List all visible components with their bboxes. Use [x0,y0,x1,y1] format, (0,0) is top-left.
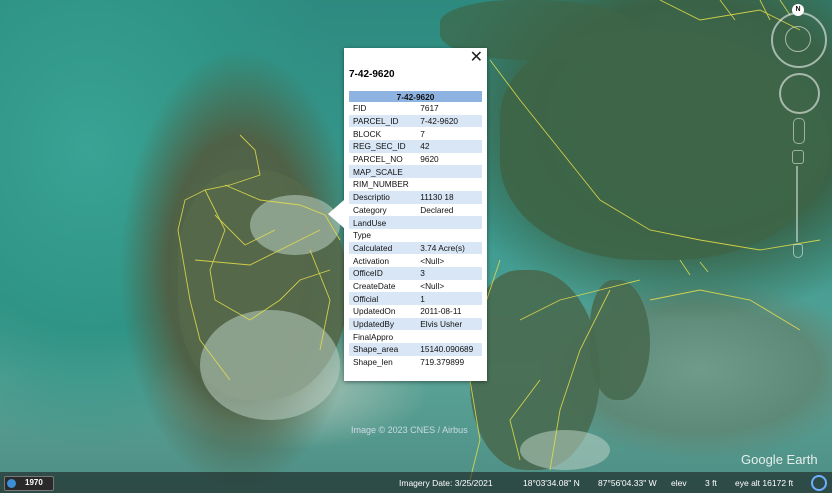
attribute-row: UpdatedBy Elvis Usher [349,317,482,331]
attribute-row: Activation <Null> [349,254,482,267]
zoom-track[interactable] [796,166,798,242]
attribute-key: Calculated [349,241,419,255]
attribute-row: FinalAppro [349,330,482,343]
north-indicator[interactable]: N [792,4,804,16]
attribute-row: FID 7617 [349,102,482,115]
status-bar: 1970 Imagery Date: 3/25/2021 18°03'34.08… [0,472,832,493]
attribute-value [418,330,482,343]
attribute-row: Shape_len 719.379899 [349,356,482,369]
attribute-key: Descriptio [349,190,419,204]
imagery-date: Imagery Date: 3/25/2021 [399,478,493,488]
balloon-title: 7-42-9620 [349,69,395,80]
close-icon[interactable]: ✕ [470,50,483,66]
attribute-key: UpdatedOn [353,306,396,317]
historical-year: 1970 [25,478,43,487]
attribute-row: OfficeID 3 [349,266,482,280]
attribute-value: Elvis Usher [418,317,482,331]
attribute-value [418,229,482,242]
imagery-credit: Image © 2023 CNES / Airbus [351,425,468,435]
look-joystick-inner[interactable] [785,26,811,52]
historical-imagery-button[interactable]: 1970 [4,476,54,491]
attribute-row: Shape_area 15140.090689 [349,343,482,356]
attribute-key: OfficeID [349,266,419,280]
attribute-row: Calculated 3.74 Acre(s) [349,241,482,255]
attribute-row: MAP_SCALE [349,165,482,179]
attribute-value: 7 [420,128,425,139]
attribute-key: Category [353,204,387,215]
attribute-row: REG_SEC_ID 42 [349,140,482,153]
attribute-row: CreateDate <Null> [349,280,482,293]
zoom-out-icon[interactable] [793,244,803,258]
attribute-value: 7617 [420,103,439,114]
longitude-readout: 87°56'04.33" W [598,478,657,488]
move-joystick[interactable] [779,73,820,114]
north-label: N [795,6,801,13]
streaming-indicator-icon [811,475,827,491]
parcel-info-balloon: ✕ 7-42-9620 7-42-9620 FID 7617 PARCEL_ID 7-… [328,48,487,381]
attribute-value: <Null> [420,255,445,266]
attribute-row: RIM_NUMBER [349,178,482,191]
attribute-key: PARCEL_ID [349,114,419,128]
attribute-table-header: 7-42-9620 [349,91,482,102]
attribute-key: CreateDate [353,280,396,291]
attribute-key: Shape_len [353,357,393,368]
attribute-key: Official [349,292,419,305]
attribute-value: 1 [418,292,482,305]
attribute-row: Type [349,229,482,242]
attribute-key: BLOCK [353,128,382,139]
zoom-in-icon[interactable] [792,150,804,164]
elevation-value: 3 ft [705,478,717,488]
attribute-row: UpdatedOn 2011-08-11 [349,305,482,318]
latitude-readout: 18°03'34.08" N [523,478,580,488]
street-view-pegman-icon[interactable] [793,118,805,144]
attribute-value [418,178,482,191]
attribute-row: LandUse [349,216,482,229]
attribute-value: 9620 [420,154,439,165]
balloon-pointer [328,200,344,228]
attribute-row: BLOCK 7 [349,127,482,140]
elevation-label: elev [671,478,687,488]
attribute-key: FinalAppro [353,331,394,342]
attribute-value: 15140.090689 [418,343,482,356]
zoom-slider[interactable] [792,150,804,260]
attribute-row: PARCEL_ID 7-42-9620 [349,114,482,128]
attribute-value: Declared [420,204,454,215]
attribute-value: 719.379899 [420,357,465,368]
attribute-value: <Null> [420,280,445,291]
eye-altitude: eye alt 16172 ft [735,478,794,488]
clock-icon [7,479,16,488]
attribute-value: 3 [418,266,482,280]
attribute-key: Activation [353,255,389,266]
attribute-key: MAP_SCALE [349,165,419,179]
attribute-key: Type [353,230,371,241]
attribute-key: LandUse [349,216,419,229]
attribute-row: Descriptio 11130 18 [349,190,482,204]
attribute-key: FID [353,103,367,114]
attribute-value [418,165,482,179]
attribute-value: 11130 18 [418,190,482,204]
attribute-value: 7-42-9620 [418,114,482,128]
attribute-key: PARCEL_NO [353,154,403,165]
attribute-value: 2011-08-11 [420,306,462,317]
attribute-value [418,216,482,229]
attribute-key: REG_SEC_ID [349,140,419,153]
attribute-key: RIM_NUMBER [353,179,409,190]
attribute-key: Shape_area [349,343,419,356]
attribute-row: PARCEL_NO 9620 [349,153,482,166]
attribute-value: 42 [418,140,482,153]
attribute-table: 7-42-9620 FID 7617 PARCEL_ID 7-42-9620 BLOCK… [349,91,482,368]
attribute-value: 3.74 Acre(s) [418,241,482,255]
google-earth-logo: Google Earth [741,452,818,467]
attribute-row: Category Declared [349,204,482,217]
attribute-row: Official 1 [349,292,482,305]
attribute-key: UpdatedBy [349,317,419,331]
